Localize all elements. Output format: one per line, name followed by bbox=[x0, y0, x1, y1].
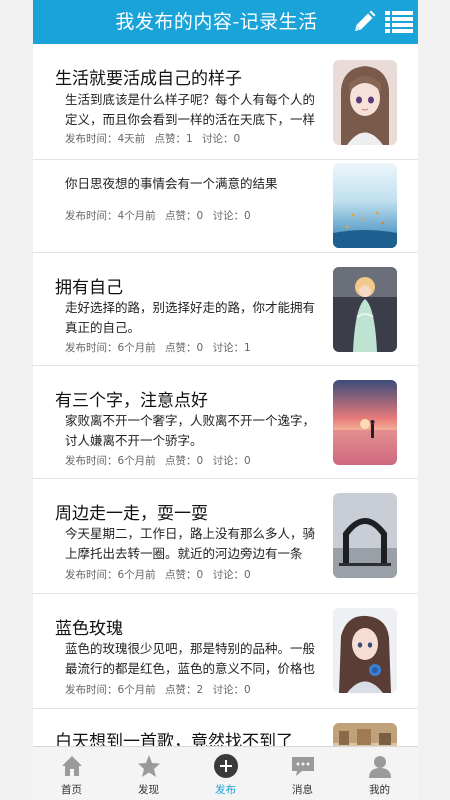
post-item[interactable]: 蓝色玫瑰 蓝色的玫瑰很少见吧，那是特别的品种。一般最流行的都是红色，蓝色的意义不… bbox=[33, 594, 418, 709]
app-screen: 我发布的内容-记录生活 生活就要活成自己的样子 生活到底该是什么样子呢？每个人有… bbox=[33, 0, 418, 800]
post-feed[interactable]: 生活就要活成自己的样子 生活到底该是什么样子呢？每个人有每个人的定义，而且你会看… bbox=[33, 44, 418, 746]
publish-time: 发布时间：6个月前 bbox=[65, 455, 156, 467]
nav-publish[interactable]: 发布 bbox=[187, 747, 264, 800]
post-excerpt: 你日思夜想的事情会有一个满意的结果 bbox=[65, 176, 278, 191]
publish-time: 发布时间：4个月前 bbox=[65, 210, 156, 222]
like-count: 点赞：1 bbox=[154, 133, 193, 145]
blue-rose-girl-image bbox=[333, 608, 397, 693]
street-image bbox=[333, 723, 397, 746]
nav-label: 消息 bbox=[292, 784, 313, 796]
post-meta: 发布时间：4个月前 点赞：0 讨论：0 bbox=[65, 208, 257, 223]
like-count: 点赞：0 bbox=[165, 342, 204, 354]
post-thumbnail[interactable] bbox=[333, 493, 397, 578]
post-item[interactable]: 周边走一走，耍一耍 今天星期二，工作日，路上没有那么多人，骑上摩托出去转一圈。就… bbox=[33, 479, 418, 594]
list-button[interactable] bbox=[385, 9, 413, 35]
post-item[interactable]: 生活就要活成自己的样子 生活到底该是什么样子呢？每个人有每个人的定义，而且你会看… bbox=[33, 52, 418, 160]
nav-label: 发布 bbox=[215, 784, 236, 796]
post-title: 拥有自己 bbox=[55, 278, 123, 298]
message-icon bbox=[291, 757, 314, 776]
post-excerpt: 生活到底该是什么样子呢？每个人有每个人的定义，而且你会看到一样的活在天底下，一样 bbox=[65, 92, 316, 127]
post-meta: 发布时间：6个月前 点赞：0 讨论：0 bbox=[65, 567, 257, 582]
post-title: 蓝色玫瑰 bbox=[55, 619, 123, 639]
post-title: 白天想到一首歌，竟然找不到了 bbox=[55, 732, 293, 746]
nav-label: 我的 bbox=[369, 784, 390, 796]
post-thumbnail[interactable] bbox=[333, 380, 397, 465]
post-excerpt: 家败离不开一个奢字，人败离不开一个逸字，讨人嫌离不开一个骄字。 bbox=[65, 413, 316, 448]
post-excerpt: 今天星期二，工作日，路上没有那么多人，骑上摩托出去转一圈。就近的河边旁边有一条 bbox=[65, 526, 316, 561]
home-icon bbox=[61, 756, 82, 776]
post-meta: 发布时间：6个月前 点赞：2 讨论：0 bbox=[65, 682, 257, 697]
like-count: 点赞：0 bbox=[165, 569, 204, 581]
post-thumbnail[interactable] bbox=[333, 163, 397, 248]
like-count: 点赞：2 bbox=[165, 684, 204, 696]
sunset-image bbox=[333, 380, 397, 465]
list-icon bbox=[385, 11, 413, 33]
arch-sculpture-image bbox=[333, 493, 397, 578]
header-bar: 我发布的内容-记录生活 bbox=[33, 0, 418, 44]
publish-time: 发布时间：6个月前 bbox=[65, 342, 156, 354]
comment-count: 讨论：0 bbox=[212, 684, 251, 696]
nav-label: 发现 bbox=[138, 784, 159, 796]
bottom-nav: 首页 发现 发布 消息 我的 bbox=[33, 746, 418, 800]
comment-count: 讨论：0 bbox=[212, 455, 251, 467]
edit-button[interactable] bbox=[351, 9, 377, 35]
post-meta: 发布时间：4天前 点赞：1 讨论：0 bbox=[65, 131, 246, 146]
comment-count: 讨论：0 bbox=[212, 569, 251, 581]
post-item[interactable]: 拥有自己 走好选择的路，别选择好走的路，你才能拥有真正的自己。 发布时间：6个月… bbox=[33, 253, 418, 366]
post-title: 有三个字，注意点好 bbox=[55, 391, 208, 411]
post-thumbnail[interactable] bbox=[333, 60, 397, 145]
nav-messages[interactable]: 消息 bbox=[264, 747, 341, 800]
plus-circle-icon bbox=[213, 754, 238, 778]
nav-label: 首页 bbox=[61, 784, 82, 796]
post-title: 生活就要活成自己的样子 bbox=[55, 69, 242, 89]
post-title: 周边走一走，耍一耍 bbox=[55, 504, 208, 524]
post-item[interactable]: 你日思夜想的事情会有一个满意的结果 发布时间：4个月前 点赞：0 讨论：0 bbox=[33, 160, 418, 253]
publish-time: 发布时间：4天前 bbox=[65, 133, 146, 145]
post-thumbnail[interactable] bbox=[333, 267, 397, 352]
comment-count: 讨论：0 bbox=[202, 133, 241, 145]
comment-count: 讨论：1 bbox=[212, 342, 251, 354]
post-thumbnail[interactable] bbox=[333, 608, 397, 693]
post-thumbnail[interactable] bbox=[333, 723, 397, 746]
water-scene-image bbox=[333, 163, 397, 248]
nav-profile[interactable]: 我的 bbox=[341, 747, 418, 800]
pencil-icon bbox=[355, 10, 376, 31]
post-meta: 发布时间：6个月前 点赞：0 讨论：0 bbox=[65, 453, 257, 468]
post-meta: 发布时间：6个月前 点赞：0 讨论：1 bbox=[65, 340, 257, 355]
nav-home[interactable]: 首页 bbox=[33, 747, 110, 800]
post-item[interactable]: 有三个字，注意点好 家败离不开一个奢字，人败离不开一个逸字，讨人嫌离不开一个骄字… bbox=[33, 366, 418, 479]
publish-time: 发布时间：6个月前 bbox=[65, 569, 156, 581]
star-icon bbox=[137, 755, 160, 777]
like-count: 点赞：0 bbox=[165, 455, 204, 467]
page-background: 我发布的内容-记录生活 生活就要活成自己的样子 生活到底该是什么样子呢？每个人有… bbox=[0, 0, 450, 800]
comment-count: 讨论：0 bbox=[212, 210, 251, 222]
post-excerpt: 蓝色的玫瑰很少见吧，那是特别的品种。一般最流行的都是红色，蓝色的意义不同，价格也 bbox=[65, 641, 316, 676]
figurine-image bbox=[333, 267, 397, 352]
like-count: 点赞：0 bbox=[165, 210, 204, 222]
anime-girl-image bbox=[333, 60, 397, 145]
nav-discover[interactable]: 发现 bbox=[110, 747, 187, 800]
post-item[interactable]: 白天想到一首歌，竟然找不到了 bbox=[33, 709, 418, 746]
publish-time: 发布时间：6个月前 bbox=[65, 684, 156, 696]
user-icon bbox=[368, 756, 391, 778]
post-excerpt: 走好选择的路，别选择好走的路，你才能拥有真正的自己。 bbox=[65, 300, 316, 335]
